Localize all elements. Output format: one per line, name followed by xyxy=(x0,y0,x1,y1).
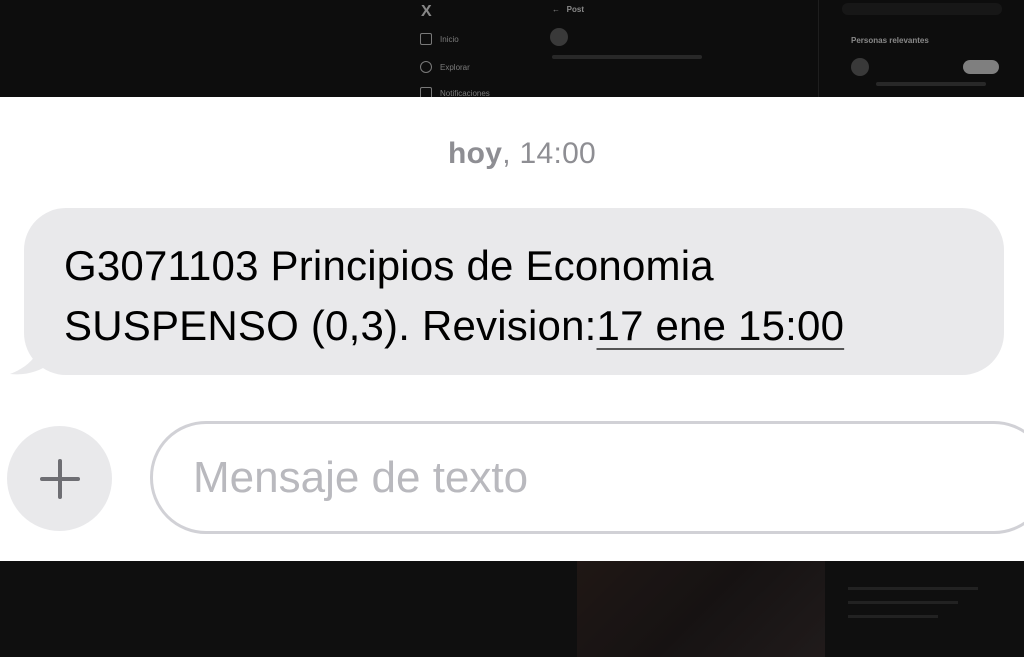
message-line-2-text: SUSPENSO (0,3). Revision: xyxy=(64,302,597,349)
plus-icon xyxy=(39,458,80,499)
background-nav-label: Explorar xyxy=(440,62,470,72)
background-text-line xyxy=(848,615,938,618)
background-text-line xyxy=(876,82,986,86)
background-avatar xyxy=(851,58,869,76)
background-app-header: X Inicio Explorar Notificaciones ← Post … xyxy=(0,0,1024,99)
search-icon xyxy=(420,61,432,73)
message-input[interactable] xyxy=(193,452,993,504)
background-post-title-text: Post xyxy=(566,5,585,14)
add-attachment-button[interactable] xyxy=(7,426,112,531)
screenshot-frame: X Inicio Explorar Notificaciones ← Post … xyxy=(0,0,1024,657)
message-line-1: G3071103 Principios de Economia xyxy=(64,242,714,289)
background-logo: X xyxy=(421,3,432,20)
background-nav-item: Inicio xyxy=(420,33,459,45)
background-text-line xyxy=(848,587,978,590)
message-field[interactable] xyxy=(150,421,1024,534)
background-right-title: Personas relevantes xyxy=(851,36,929,45)
message-line-2: SUSPENSO (0,3). Revision:17 ene 15:00 xyxy=(64,296,966,356)
messages-panel: hoy, 14:00 G3071103 Principios de Econom… xyxy=(0,97,1024,561)
background-avatar xyxy=(550,28,568,46)
message-timestamp: hoy, 14:00 xyxy=(0,137,1024,171)
background-divider xyxy=(818,0,819,97)
received-message: G3071103 Principios de Economia SUSPENSO… xyxy=(10,208,1010,378)
date-link[interactable]: 17 ene 15:00 xyxy=(597,302,845,349)
background-app-footer xyxy=(0,561,1024,657)
background-media-image xyxy=(577,561,825,657)
background-text-line xyxy=(552,55,702,59)
background-text-line xyxy=(848,601,958,604)
background-nav-item: Explorar xyxy=(420,61,470,73)
background-post-title: ← Post xyxy=(552,5,585,14)
message-bubble[interactable]: G3071103 Principios de Economia SUSPENSO… xyxy=(24,208,1004,375)
timestamp-time: , 14:00 xyxy=(502,137,597,170)
background-search-bar xyxy=(842,3,1002,15)
timestamp-day: hoy xyxy=(447,137,503,170)
background-nav-label: Inicio xyxy=(440,34,459,44)
home-icon xyxy=(420,33,432,45)
background-follow-pill xyxy=(963,60,999,74)
